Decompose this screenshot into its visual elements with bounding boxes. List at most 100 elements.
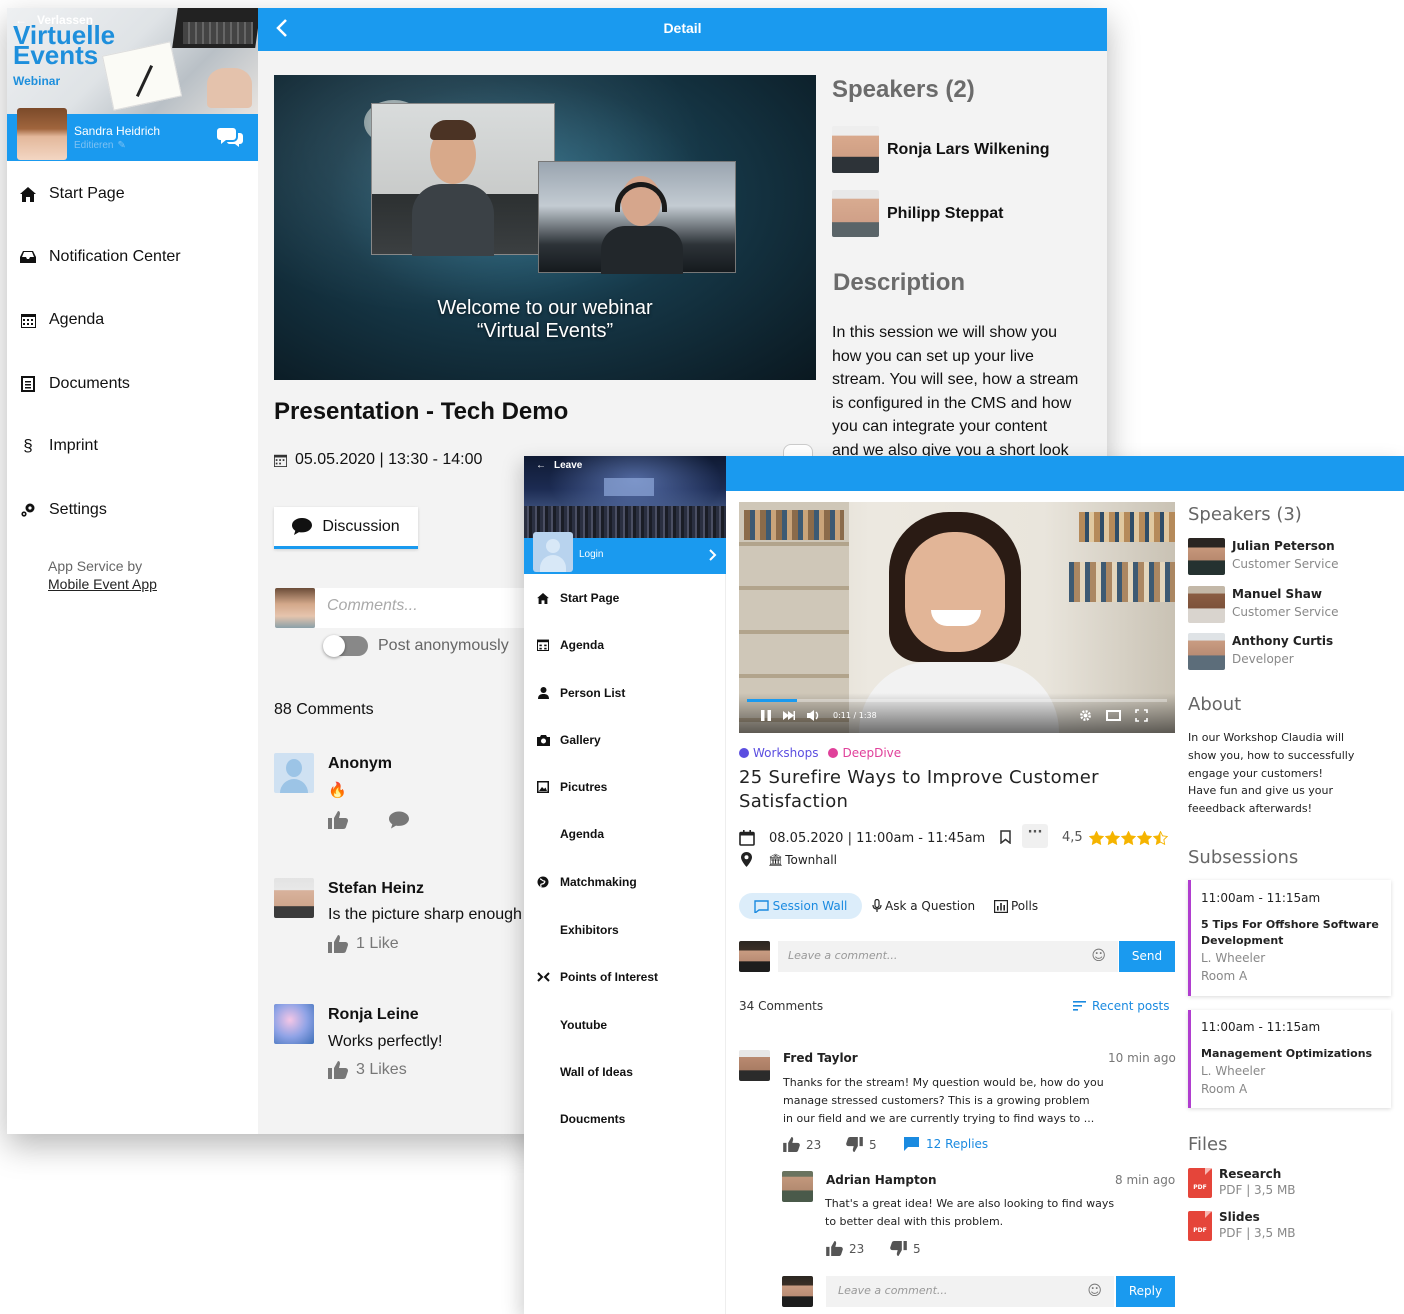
globe-icon [536, 876, 550, 888]
subsession-card[interactable]: 11:00am - 11:15am Management Optimizatio… [1188, 1010, 1391, 1108]
description-line: is configured in the CMS and how [832, 394, 1072, 412]
comment-line: Thanks for the stream! My question would… [783, 1076, 1104, 1089]
send-button[interactable]: Send [1119, 941, 1175, 972]
webinar-video-player[interactable]: Welcome to our webinar “Virtual Events” [274, 75, 816, 380]
subsession-room: Room A [1201, 1082, 1248, 1096]
about-line: Have fun and give us your [1188, 784, 1334, 798]
pause-icon[interactable] [761, 710, 771, 721]
subsession-title-line2: Development [1201, 934, 1284, 947]
comment-input[interactable]: Leave a comment... ☺ [778, 941, 1118, 972]
sidebar-item-label: Start Page [49, 185, 125, 202]
like-button[interactable]: 3 Likes [328, 1061, 407, 1079]
tab-ask-question[interactable]: Ask a Question [872, 899, 975, 913]
comment-line: in our field and we are currently trying… [783, 1112, 1095, 1125]
speaker-avatar[interactable] [832, 190, 879, 237]
avatar [275, 588, 315, 628]
sidebar-item-doucments[interactable]: Doucments [536, 1112, 625, 1126]
sidebar-item-picutres[interactable]: Picutres [536, 780, 607, 794]
file-name[interactable]: Research [1219, 1167, 1281, 1181]
edit-profile-link[interactable]: Editieren ✎ [74, 140, 126, 151]
sidebar-item-start-page[interactable]: Start Page [536, 591, 619, 605]
sidebar-item-agenda-2[interactable]: Agenda [536, 827, 604, 841]
sidebar-item-matchmaking[interactable]: Matchmaking [536, 875, 637, 889]
conference-hall-header: ← Leave [524, 456, 726, 538]
volume-icon[interactable] [807, 710, 821, 721]
sidebar-item-settings[interactable]: Settings [19, 501, 107, 519]
comment-time: 10 min ago [1108, 1051, 1176, 1065]
reply-button[interactable]: Reply [1116, 1276, 1175, 1307]
sidebar-item-gallery[interactable]: Gallery [536, 733, 601, 747]
sidebar-item-person-list[interactable]: Person List [536, 686, 625, 700]
speaker-avatar[interactable] [832, 126, 879, 173]
sidebar-item-label: Start Page [560, 591, 620, 605]
sidebar-item-label: Person List [560, 686, 626, 700]
speaker-name[interactable]: Manuel Shaw [1232, 587, 1322, 601]
speaker-avatar[interactable] [1188, 633, 1225, 670]
tag-workshops[interactable]: Workshops [739, 746, 818, 760]
more-options-button[interactable]: ··· [1022, 824, 1048, 848]
login-bar[interactable]: Login [524, 532, 726, 574]
sort-recent-posts[interactable]: Recent posts [1073, 999, 1169, 1013]
like-button[interactable] [328, 811, 348, 829]
file-name[interactable]: Slides [1219, 1210, 1260, 1224]
sidebar-item-start-page[interactable]: Start Page [19, 185, 125, 203]
file-badge: PDF [1193, 1227, 1207, 1234]
reply-bubble-icon[interactable] [389, 811, 409, 829]
speaker-avatar[interactable] [1188, 586, 1225, 623]
downvote-button[interactable]: 5 [890, 1241, 921, 1256]
speaker-name[interactable]: Julian Peterson [1232, 539, 1335, 553]
sidebar-item-documents[interactable]: Documents [19, 375, 130, 393]
sidebar-item-agenda[interactable]: Agenda [536, 638, 604, 652]
video-caption: Welcome to our webinar “Virtual Events” [274, 297, 816, 343]
emoji-icon[interactable]: ☺ [1087, 1283, 1102, 1299]
sidebar-item-exhibitors[interactable]: Exhibitors [536, 923, 619, 937]
speaker-name[interactable]: Philipp Steppat [887, 205, 1003, 223]
emoji-icon[interactable]: ☺ [1091, 948, 1106, 964]
sidebar-item-points-of-interest[interactable]: Points of Interest [536, 970, 658, 984]
downvote-button[interactable]: 5 [846, 1137, 877, 1152]
tab-session-wall[interactable]: Session Wall [739, 893, 862, 919]
tab-polls[interactable]: Polls [994, 899, 1038, 913]
bookmark-icon[interactable] [1000, 830, 1011, 844]
face [905, 532, 1005, 652]
theater-mode-icon[interactable] [1106, 710, 1121, 721]
speaker-avatar[interactable] [1188, 538, 1225, 575]
sidebar-item-imprint[interactable]: § Imprint [19, 436, 98, 455]
reply-input[interactable]: Leave a comment... ☺ [826, 1276, 1114, 1307]
like-button[interactable]: 1 Like [328, 935, 399, 953]
calendar-icon [739, 830, 755, 846]
star-icon [1152, 830, 1168, 845]
subsession-card[interactable]: 11:00am - 11:15am 5 Tips For Offshore So… [1188, 880, 1391, 996]
speaker1-video-tile [371, 103, 555, 256]
sidebar-item-notification-center[interactable]: Notification Center [19, 248, 181, 266]
workshop-video-player[interactable]: 0:11 / 1:38 [739, 502, 1175, 733]
sidebar-item-youtube[interactable]: Youtube [536, 1018, 607, 1032]
image-icon [536, 781, 550, 793]
location-text: Townhall [785, 852, 837, 867]
about-text: In our Workshop Claudia will show you, h… [1188, 729, 1354, 818]
speaker-name[interactable]: Anthony Curtis [1232, 634, 1333, 648]
app-service-link[interactable]: Mobile Event App [48, 576, 157, 592]
gear-icon[interactable] [1079, 709, 1092, 722]
post-anonymously-toggle[interactable]: Post anonymously [323, 635, 509, 657]
upvote-button[interactable]: 23 [826, 1241, 864, 1256]
speaker-role: Customer Service [1232, 557, 1339, 571]
leave-button[interactable]: ← Leave [536, 460, 582, 471]
replies-button[interactable]: 12 Replies [904, 1137, 988, 1151]
upvote-button[interactable]: 23 [783, 1137, 821, 1152]
session-date-text: 05.05.2020 | 13:30 - 14:00 [295, 451, 483, 468]
chat-bubbles-icon[interactable] [217, 126, 243, 148]
user-name: Sandra Heidrich [74, 124, 161, 138]
tab-discussion[interactable]: Discussion [274, 507, 418, 549]
comment-author: Ronja Leine [328, 1006, 419, 1023]
comment-input[interactable]: Comments... [315, 588, 525, 628]
fullscreen-icon[interactable] [1135, 709, 1148, 722]
sidebar-item-agenda[interactable]: Agenda [19, 311, 104, 329]
tag-deepdive[interactable]: DeepDive [828, 746, 901, 760]
video-progress-track[interactable] [747, 699, 1167, 702]
session-rating[interactable]: 4,5 [1062, 830, 1168, 845]
user-profile-bar[interactable]: Sandra Heidrich Editieren ✎ [7, 108, 258, 161]
sidebar-item-wall-of-ideas[interactable]: Wall of Ideas [536, 1065, 633, 1079]
speaker-name[interactable]: Ronja Lars Wilkening [887, 141, 1050, 159]
skip-next-icon[interactable] [783, 711, 795, 720]
